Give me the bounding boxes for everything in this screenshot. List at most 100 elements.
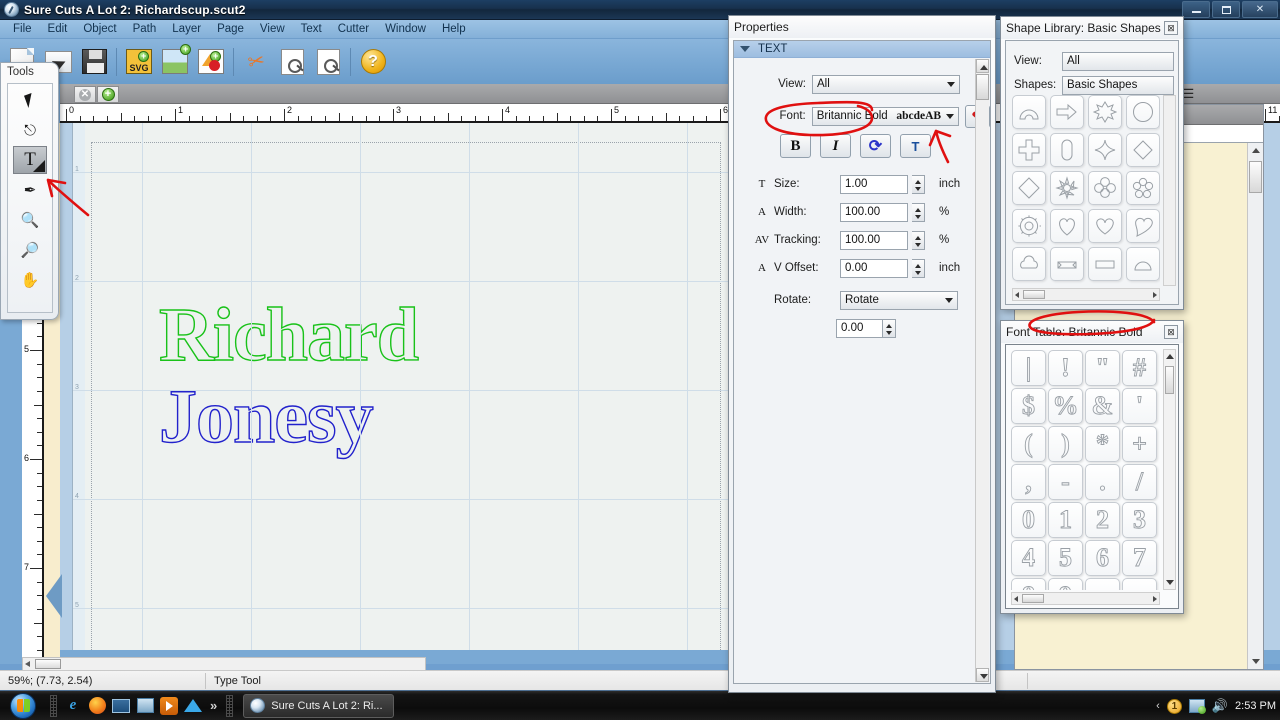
taskbar-window-button[interactable]: Sure Cuts A Lot 2: Ri... — [243, 693, 394, 718]
shape-banner-shape[interactable] — [1088, 247, 1122, 281]
properties-scrollbar[interactable] — [975, 59, 989, 682]
font-glyph-grid[interactable]: | ! " # $ % & ' ( ) * + , - . / 0 1 2 3 … — [1011, 350, 1160, 590]
close-icon[interactable]: ⊠ — [1164, 21, 1178, 35]
tracking-input[interactable]: 100.00 — [840, 230, 908, 250]
shape-view-select[interactable]: All — [1062, 51, 1174, 71]
node-edit-tool[interactable]: ⎋ — [13, 116, 47, 144]
shape-rounded-rect-shape[interactable] — [1050, 133, 1084, 167]
shape-circle-shape[interactable] — [1126, 95, 1160, 129]
shape-category-select[interactable]: Basic Shapes — [1062, 75, 1174, 95]
menu-item-edit[interactable]: Edit — [40, 22, 76, 36]
switch-windows-icon[interactable] — [133, 694, 157, 718]
shape-heart-tilted-shape[interactable] — [1126, 209, 1160, 243]
close-button[interactable]: ✕ — [1242, 1, 1278, 18]
scroll-up-icon[interactable] — [976, 59, 989, 73]
shape-four-point-star-shape[interactable] — [1088, 133, 1122, 167]
view-select[interactable]: All — [812, 74, 960, 94]
action-center-icon[interactable]: 1 — [1166, 698, 1182, 714]
shape-grid-vertical-scrollbar[interactable] — [1163, 95, 1176, 286]
selection-tool[interactable] — [13, 86, 47, 114]
size-input[interactable]: 1.00 — [840, 174, 908, 194]
font-glyph-cell[interactable]: ; — [1122, 578, 1157, 590]
close-layer-button[interactable]: ✕ — [74, 86, 96, 103]
preview-button[interactable] — [274, 43, 310, 81]
font-glyph-cell[interactable]: & — [1085, 388, 1120, 424]
layers-panel-scrollbar[interactable] — [1247, 143, 1263, 669]
shape-arch-shape[interactable] — [1012, 95, 1046, 129]
font-glyph-cell[interactable]: ' — [1122, 388, 1157, 424]
italic-button[interactable]: I — [820, 134, 851, 158]
firefox-icon[interactable] — [85, 694, 109, 718]
voffset-stepper[interactable] — [912, 258, 925, 278]
font-glyph-cell[interactable]: 7 — [1122, 540, 1157, 576]
scroll-thumb[interactable] — [1165, 366, 1174, 394]
font-glyph-cell[interactable]: ( — [1011, 426, 1046, 462]
shape-grid-horizontal-scrollbar[interactable] — [1012, 288, 1160, 301]
font-glyph-cell[interactable]: 8 — [1011, 578, 1046, 590]
menu-item-path[interactable]: Path — [125, 22, 165, 36]
text-to-path-button[interactable]: T — [900, 134, 931, 158]
text-object-jonesy[interactable]: Jonesy — [158, 374, 374, 461]
font-glyph-cell[interactable]: # — [1122, 350, 1157, 386]
menu-item-object[interactable]: Object — [75, 22, 124, 36]
properties-panel[interactable]: Properties TEXT View: All Font: Britanni… — [728, 15, 996, 693]
type-tool[interactable]: T — [13, 146, 47, 174]
font-glyph-cell[interactable]: $ — [1011, 388, 1046, 424]
width-input[interactable]: 100.00 — [840, 202, 908, 222]
shape-arrow-right-shape[interactable] — [1050, 95, 1084, 129]
font-table-horizontal-scrollbar[interactable] — [1011, 592, 1160, 605]
width-stepper[interactable] — [912, 202, 925, 222]
tools-palette[interactable]: Tools ⎋ T ✒ 🔍 🔎 ✋ — [0, 62, 59, 320]
taskbar-grip[interactable] — [226, 694, 234, 717]
bold-button[interactable]: B — [780, 134, 811, 158]
scroll-left-icon[interactable] — [1014, 596, 1018, 602]
scroll-right-icon[interactable] — [1153, 292, 1157, 298]
scroll-up-icon[interactable] — [1164, 350, 1175, 362]
import-image-button[interactable]: + — [157, 43, 193, 81]
internet-explorer-icon[interactable]: e — [61, 694, 85, 718]
tray-expand-chevron[interactable]: ‹ — [1156, 700, 1160, 712]
font-glyph-cell[interactable]: 0 — [1011, 502, 1046, 538]
font-glyph-cell[interactable]: ) — [1048, 426, 1083, 462]
print-preview-button[interactable] — [310, 43, 346, 81]
scroll-left-icon[interactable] — [1015, 292, 1019, 298]
dropbox-icon[interactable] — [181, 694, 205, 718]
hand-tool[interactable]: ✋ — [13, 266, 47, 294]
add-shape-button[interactable]: + — [193, 43, 229, 81]
font-glyph-cell[interactable]: . — [1085, 464, 1120, 500]
start-orb[interactable] — [0, 692, 46, 720]
scroll-thumb[interactable] — [1023, 290, 1045, 299]
rotate-mode-select[interactable]: Rotate — [840, 290, 958, 310]
text-object-richard[interactable]: Richard — [158, 292, 419, 379]
taskbar-overflow-chevron[interactable]: » — [205, 698, 222, 713]
font-glyph-cell[interactable]: : — [1085, 578, 1120, 590]
shape-flower-four-petal-shape[interactable] — [1088, 171, 1122, 205]
font-table-vertical-scrollbar[interactable] — [1163, 349, 1176, 590]
cutting-mat[interactable]: 123456 Richard Jonesy — [72, 123, 732, 650]
shape-grid[interactable] — [1012, 95, 1160, 286]
network-icon[interactable] — [1188, 699, 1206, 714]
minimize-button[interactable] — [1182, 1, 1210, 18]
menu-item-help[interactable]: Help — [434, 22, 474, 36]
shape-library-panel[interactable]: Shape Library: Basic Shapes ⊠ View: All … — [1000, 16, 1184, 310]
shape-cloud-shape[interactable] — [1012, 247, 1046, 281]
scroll-down-icon[interactable] — [1248, 654, 1263, 669]
shape-dome-shape[interactable] — [1126, 247, 1160, 281]
font-glyph-cell[interactable]: " — [1085, 350, 1120, 386]
maximize-button[interactable] — [1212, 1, 1240, 18]
font-glyph-cell[interactable]: + — [1122, 426, 1157, 462]
shape-cross-shape[interactable] — [1012, 133, 1046, 167]
tracking-stepper[interactable] — [912, 230, 925, 250]
font-glyph-cell[interactable]: / — [1122, 464, 1157, 500]
volume-icon[interactable]: 🔊 — [1212, 698, 1228, 714]
scroll-up-icon[interactable] — [1248, 143, 1263, 158]
shape-heart-shape[interactable] — [1050, 209, 1084, 243]
font-glyph-cell[interactable]: - — [1048, 464, 1083, 500]
scroll-left-icon[interactable] — [25, 661, 30, 667]
text-section-header[interactable]: TEXT — [734, 41, 990, 58]
scroll-down-icon[interactable] — [976, 668, 989, 682]
shape-diamond-outline-shape[interactable] — [1012, 171, 1046, 205]
show-desktop-icon[interactable] — [109, 694, 133, 718]
menu-item-view[interactable]: View — [252, 22, 293, 36]
font-table-panel[interactable]: Font Table: Britannic Bold ⊠ | ! " # $ %… — [1000, 320, 1184, 614]
